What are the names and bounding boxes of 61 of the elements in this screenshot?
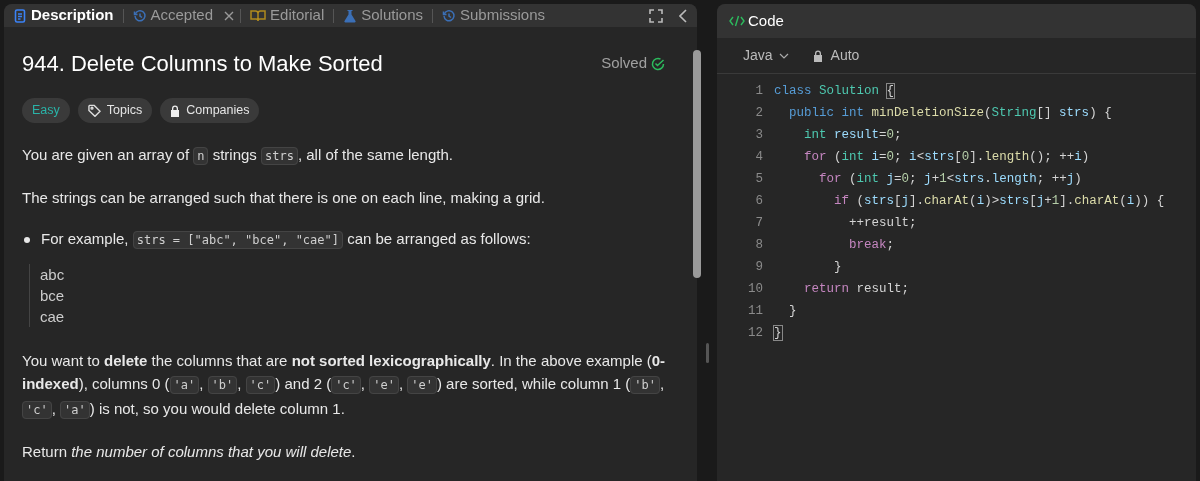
line-number: 10: [747, 280, 763, 298]
code-line: }: [774, 324, 782, 342]
description-paragraph: The strings can be arranged such that there is one on each line, making a grid.: [22, 188, 546, 208]
history-icon: [442, 8, 456, 23]
solved-status: Solved: [601, 53, 647, 74]
difficulty-badge[interactable]: Easy: [22, 98, 70, 123]
code-line: ++result;: [848, 214, 917, 232]
tab[interactable]: Editorial: [247, 4, 328, 27]
code-line: if (strs[j].charAt(i)>strs[j+1].charAt(i)) {: [833, 192, 1165, 210]
description-paragraph: Return the number of columns that you will delete.: [22, 442, 357, 462]
description-paragraph: You want to delete the columns that are not sorted lexicographically. In the above example (0-indexed), columns 0 ( 'a' , 'b' , 'c' ) and 2 ( 'c' , 'e' , 'e' ) are sorted, while column 1 ( 'b' , 'c' , 'a' ) is not, so you would delete column 1.: [22, 351, 667, 421]
companies-button[interactable]: Companies: [160, 98, 260, 123]
resize-handle[interactable]: [705, 342, 709, 363]
tab[interactable]: Submissions: [439, 4, 549, 27]
description-paragraph: You are given an array of n strings strs , all of the same length.: [22, 145, 454, 167]
code-line: public int minDeletionSize(String[] strs) {: [788, 104, 1112, 122]
collapse-icon[interactable]: [679, 8, 687, 23]
line-number: 3: [754, 126, 763, 144]
mode-label: Auto: [830, 46, 860, 65]
example-line: bce: [40, 286, 66, 306]
code-line: }: [833, 258, 842, 276]
code-line: class Solution {: [774, 82, 895, 100]
line-number: 9: [754, 258, 763, 276]
line-number: 11: [747, 302, 763, 320]
line-number: 12: [747, 324, 763, 342]
flask-icon: [343, 8, 358, 23]
line-number: 6: [754, 192, 763, 210]
tab[interactable]: Accepted: [129, 4, 217, 27]
problem-title: 944. Delete Columns to Make Sorted: [22, 50, 383, 78]
line-number: 7: [754, 214, 763, 232]
tag-icon: [87, 104, 101, 117]
code-line: return result;: [803, 280, 910, 298]
code-line: break;: [848, 236, 895, 254]
history-icon: [132, 8, 147, 23]
example-line: cae: [40, 307, 66, 327]
bullet-text: For example, strs = ["abc", "bce", "cae"] can be arranged as follows:: [41, 229, 531, 251]
code-line: }: [788, 302, 797, 320]
line-number: 2: [754, 104, 763, 122]
book-icon: [250, 8, 267, 23]
lock-icon: [812, 49, 823, 62]
tab[interactable]: Description: [10, 4, 117, 27]
tab[interactable]: Solutions: [340, 4, 426, 27]
scrollbar[interactable]: [693, 50, 701, 278]
code-line: for (int j=0; j+1<strs.length; ++j): [818, 170, 1082, 188]
code-line: int result=0;: [803, 126, 902, 144]
close-icon[interactable]: [224, 10, 235, 21]
chevron-down-icon: [778, 52, 789, 59]
code-line: for (int i=0; i<strs[0].length(); ++i): [803, 148, 1090, 166]
check-circle-icon: [651, 56, 665, 71]
line-number: 4: [754, 148, 763, 166]
lock-icon: [170, 104, 181, 117]
example-line: abc: [40, 265, 66, 285]
line-number: 5: [754, 170, 763, 188]
line-number: 8: [754, 236, 763, 254]
fullscreen-icon[interactable]: [649, 8, 663, 23]
panel-title: Code: [748, 10, 784, 31]
document-icon: [13, 8, 27, 23]
line-number: 1: [754, 82, 763, 100]
topics-button[interactable]: Topics: [77, 98, 153, 123]
code-icon: [729, 15, 745, 27]
language-select[interactable]: Java: [743, 45, 789, 66]
